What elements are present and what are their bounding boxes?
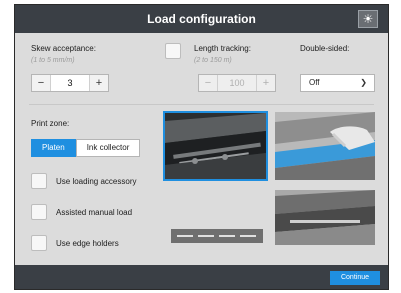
sun-icon: ☀	[362, 12, 374, 26]
use-loading-accessory-label: Use loading accessory	[56, 177, 137, 186]
divider	[29, 104, 374, 105]
skew-decrease-button[interactable]: −	[32, 75, 50, 91]
print-zone-label: Print zone:	[31, 119, 70, 128]
chevron-down-icon: ❯	[360, 78, 367, 87]
dialog-title: Load configuration	[147, 12, 256, 26]
length-decrease-button[interactable]: −	[199, 75, 217, 91]
continue-button[interactable]: Continue	[330, 271, 380, 285]
load-configuration-dialog: Load configuration ☀ Skew acceptance: (1…	[14, 4, 389, 290]
footer-bar: Continue	[15, 265, 388, 289]
length-tracking-checkbox[interactable]	[165, 43, 181, 59]
length-increase-button[interactable]: +	[257, 75, 275, 91]
ink-collector-illustration	[275, 112, 375, 180]
use-loading-accessory-checkbox[interactable]	[31, 173, 47, 189]
print-zone-platen-button[interactable]: Platen	[31, 139, 76, 157]
double-sided-value: Off	[309, 78, 320, 87]
length-stepper: − 100 +	[198, 74, 276, 92]
double-sided-select[interactable]: Off ❯	[300, 74, 375, 92]
edge-holders-illustration	[275, 190, 375, 245]
print-zone-ink-collector-button[interactable]: Ink collector	[75, 139, 141, 157]
print-zone-segmented-control: Platen Ink collector	[31, 139, 141, 157]
length-tracking-label: Length tracking:	[194, 44, 251, 53]
skew-stepper: − 3 +	[31, 74, 109, 92]
media-path-illustration	[171, 229, 263, 243]
assisted-manual-load-label: Assisted manual load	[56, 208, 133, 217]
skew-acceptance-hint: (1 to 5 mm/m)	[31, 57, 75, 64]
title-bar: Load configuration ☀	[15, 5, 388, 33]
skew-increase-button[interactable]: +	[90, 75, 108, 91]
skew-acceptance-label: Skew acceptance:	[31, 44, 96, 53]
assisted-manual-load-checkbox[interactable]	[31, 204, 47, 220]
length-tracking-hint: (2 to 150 m)	[194, 57, 232, 64]
use-edge-holders-checkbox[interactable]	[31, 235, 47, 251]
use-edge-holders-label: Use edge holders	[56, 239, 119, 248]
brightness-button[interactable]: ☀	[358, 10, 378, 28]
platen-illustration	[163, 111, 268, 181]
skew-value[interactable]: 3	[50, 75, 90, 91]
length-value[interactable]: 100	[217, 75, 257, 91]
double-sided-label: Double-sided:	[300, 44, 350, 53]
